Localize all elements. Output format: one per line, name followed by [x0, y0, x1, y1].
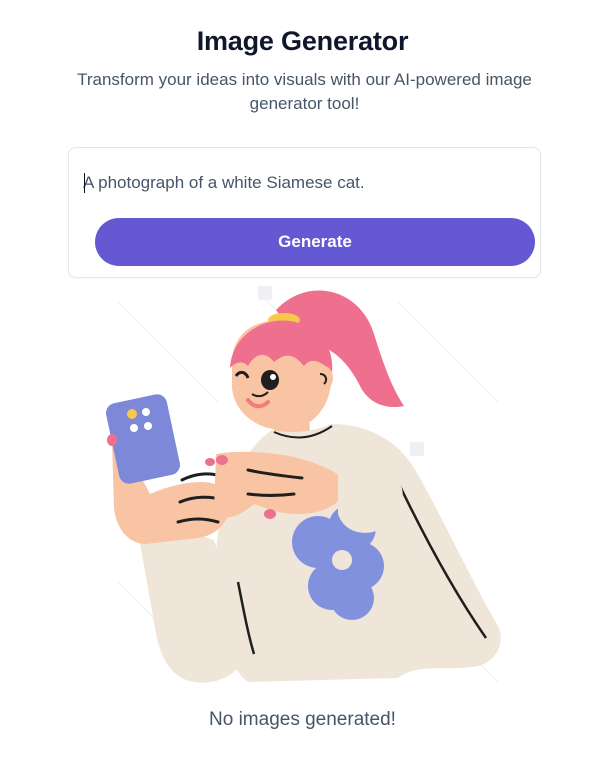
eye-right	[261, 370, 279, 390]
text-caret	[84, 173, 85, 193]
fingernail-2	[107, 434, 117, 446]
phone-dot-white	[142, 408, 150, 416]
placeholder-illustration: icons8	[98, 282, 508, 686]
finger-line-5	[246, 492, 296, 497]
fingernail-4	[264, 509, 276, 519]
fingernail-3	[216, 455, 228, 465]
phone-dot-yellow	[127, 409, 137, 419]
page-title: Image Generator	[196, 26, 409, 56]
prompt-input[interactable]	[83, 170, 523, 196]
phone-dot-white-3	[144, 422, 152, 430]
prompt-card: Generate	[68, 147, 541, 278]
ear	[315, 366, 333, 390]
finger-line-1	[180, 472, 222, 482]
fingernail-1	[205, 458, 215, 466]
empty-state-message: No images generated!	[209, 709, 396, 730]
generate-button[interactable]: Generate	[95, 218, 535, 266]
phone-dot-white-2	[130, 424, 138, 432]
woman-with-phone-illustration: icons8	[106, 286, 501, 683]
eye-highlight	[270, 374, 276, 380]
page-subtitle: Transform your ideas into visuals with o…	[77, 70, 532, 113]
flower-center	[332, 550, 352, 570]
